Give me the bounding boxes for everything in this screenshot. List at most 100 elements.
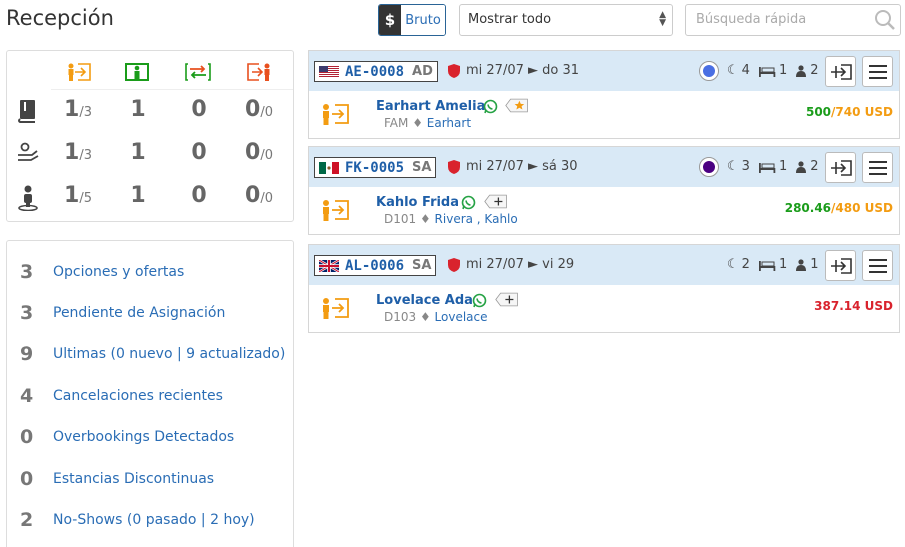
departures-icon[interactable] <box>246 63 272 86</box>
list-link[interactable]: Ultimas (0 nuevo | 9 actualizado) <box>53 346 285 362</box>
reservation-card: AL-0006 SA mi 27/07 ► vi 29 ☾ 2 1 1 Lovel… <box>308 244 900 333</box>
reservation-type: SA <box>412 258 432 273</box>
reservation-stats: ☾ 4 1 2 <box>727 63 819 78</box>
search-icon[interactable] <box>874 9 896 35</box>
shield-icon <box>448 258 460 272</box>
price: 500/740 USD <box>806 105 893 119</box>
reservation-body: Kahlo Frida D101 ♦ Rivera , Kahlo 280.46… <box>309 187 899 234</box>
checkin-icon <box>830 159 852 176</box>
plus-tag-icon[interactable] <box>495 291 519 308</box>
summary-cell[interactable]: 0/0 <box>229 140 289 165</box>
star-tag-icon[interactable] <box>505 97 529 114</box>
summary-row-services: 1/3 1 0 0/0 <box>7 134 293 174</box>
menu-button[interactable] <box>862 152 893 183</box>
summary-cell[interactable]: 0 <box>169 140 229 165</box>
list-count: 2 <box>20 509 34 531</box>
guest-sub-link[interactable]: Rivera , Kahlo <box>435 212 518 226</box>
in-house-icon[interactable] <box>125 63 149 86</box>
summary-divider <box>51 89 293 90</box>
moon-icon: ☾ <box>727 63 739 78</box>
guests-count: 1 <box>810 257 819 272</box>
summary-cell[interactable]: 1 <box>108 140 168 165</box>
arrivals-icon[interactable] <box>66 63 92 86</box>
menu-button[interactable] <box>862 250 893 281</box>
price-total: /740 USD <box>831 105 893 119</box>
arrival-icon <box>323 200 349 221</box>
summary-cell[interactable]: 0 <box>169 183 229 208</box>
list-item[interactable]: 2 No-Shows (0 pasado | 2 hoy) <box>7 500 293 540</box>
guest-name-link[interactable]: Lovelace Ada <box>376 293 473 308</box>
whatsapp-icon[interactable] <box>461 195 476 210</box>
uk-flag-icon <box>319 259 339 272</box>
nights-count: 4 <box>741 63 750 78</box>
filter-select[interactable]: Mostrar todo ▲ ▼ <box>459 4 673 36</box>
rooms-count: 1 <box>778 159 788 174</box>
summary-cell[interactable]: 1 <box>108 97 168 122</box>
quick-search-placeholder: Búsqueda rápida <box>696 12 807 27</box>
status-indicator[interactable] <box>699 157 719 177</box>
list-item[interactable]: 3 Opciones y ofertas <box>7 252 293 292</box>
summary-panel: 1/3 1 0 0/0 1/3 1 0 0/0 1/5 1 0 0/0 <box>6 50 294 222</box>
list-link[interactable]: Cancelaciones recientes <box>53 388 223 404</box>
guest-sub-link[interactable]: Lovelace <box>435 310 488 324</box>
list-item[interactable]: 9 Ultimas (0 nuevo | 9 actualizado) <box>7 334 293 374</box>
select-caret-icon: ▲ ▼ <box>659 10 666 28</box>
summary-cell[interactable]: 1/3 <box>48 97 108 122</box>
guest-subinfo: D103 ♦ Lovelace <box>384 310 488 324</box>
summary-total: /5 <box>79 191 92 206</box>
list-count: 9 <box>20 343 34 365</box>
arrival-icon <box>323 104 349 125</box>
summary-value: 1 <box>64 97 80 122</box>
checkin-button[interactable] <box>825 56 856 87</box>
service-icon <box>17 142 39 169</box>
summary-cell[interactable]: 0/0 <box>229 183 289 208</box>
list-item[interactable]: 0 Overbookings Detectados <box>7 417 293 457</box>
summary-cell[interactable]: 0/0 <box>229 97 289 122</box>
checkin-button[interactable] <box>825 152 856 183</box>
quick-search-input[interactable]: Búsqueda rápida <box>685 4 901 36</box>
shield-icon <box>448 64 460 78</box>
summary-cell[interactable]: 1/5 <box>48 183 108 208</box>
checkin-button[interactable] <box>825 250 856 281</box>
list-link[interactable]: Overbookings Detectados <box>53 429 234 445</box>
summary-cell[interactable]: 1 <box>108 183 168 208</box>
gross-toggle-button[interactable]: $ Bruto <box>378 4 446 36</box>
reservation-code-badge[interactable]: AE-0008 AD <box>314 61 438 82</box>
reservation-card: FK-0005 SA mi 27/07 ► sá 30 ☾ 3 1 2 Kahlo… <box>308 146 900 235</box>
menu-button[interactable] <box>862 56 893 87</box>
price: 280.46/480 USD <box>785 201 893 215</box>
list-item[interactable]: 0 Estancias Discontinuas <box>7 459 293 499</box>
guest-name-link[interactable]: Kahlo Frida <box>376 195 459 210</box>
list-link[interactable]: No-Shows (0 pasado | 2 hoy) <box>53 512 255 528</box>
summary-value: 0 <box>245 97 261 122</box>
whatsapp-icon[interactable] <box>483 99 498 114</box>
summary-cell[interactable]: 0 <box>169 97 229 122</box>
reservation-code: FK-0005 <box>345 159 405 176</box>
guest-name-link[interactable]: Earhart Amelia <box>376 99 485 114</box>
reservation-code-badge[interactable]: FK-0005 SA <box>314 157 437 178</box>
list-link[interactable]: Opciones y ofertas <box>53 264 184 280</box>
status-indicator[interactable] <box>699 61 719 81</box>
summary-total: /3 <box>79 148 92 163</box>
reservation-card: AE-0008 AD mi 27/07 ► do 31 ☾ 4 1 2 Earha… <box>308 50 900 139</box>
price: 387.14 USD <box>814 299 893 313</box>
summary-value: 1 <box>64 140 80 165</box>
whatsapp-icon[interactable] <box>472 293 487 308</box>
lists-panel: 3 Opciones y ofertas 3 Pendiente de Asig… <box>6 240 294 547</box>
reservation-code: AL-0006 <box>345 257 405 274</box>
reservation-code-badge[interactable]: AL-0006 SA <box>314 255 437 276</box>
summary-cell[interactable]: 1/3 <box>48 140 108 165</box>
hamburger-icon <box>868 64 887 79</box>
room-moves-icon[interactable] <box>185 63 211 86</box>
list-item[interactable]: 4 Cancelaciones recientes <box>7 376 293 416</box>
guest-sub-link[interactable]: Earhart <box>427 116 471 130</box>
list-link[interactable]: Pendiente de Asignación <box>53 305 225 321</box>
guest-icon <box>796 160 807 173</box>
shield-icon <box>448 160 460 174</box>
list-link[interactable]: Estancias Discontinuas <box>53 471 214 487</box>
checkin-icon <box>830 257 852 274</box>
list-item[interactable]: 3 Pendiente de Asignación <box>7 293 293 333</box>
plus-tag-icon[interactable] <box>484 193 508 210</box>
moon-icon: ☾ <box>727 257 739 272</box>
guests-count: 2 <box>810 63 819 78</box>
